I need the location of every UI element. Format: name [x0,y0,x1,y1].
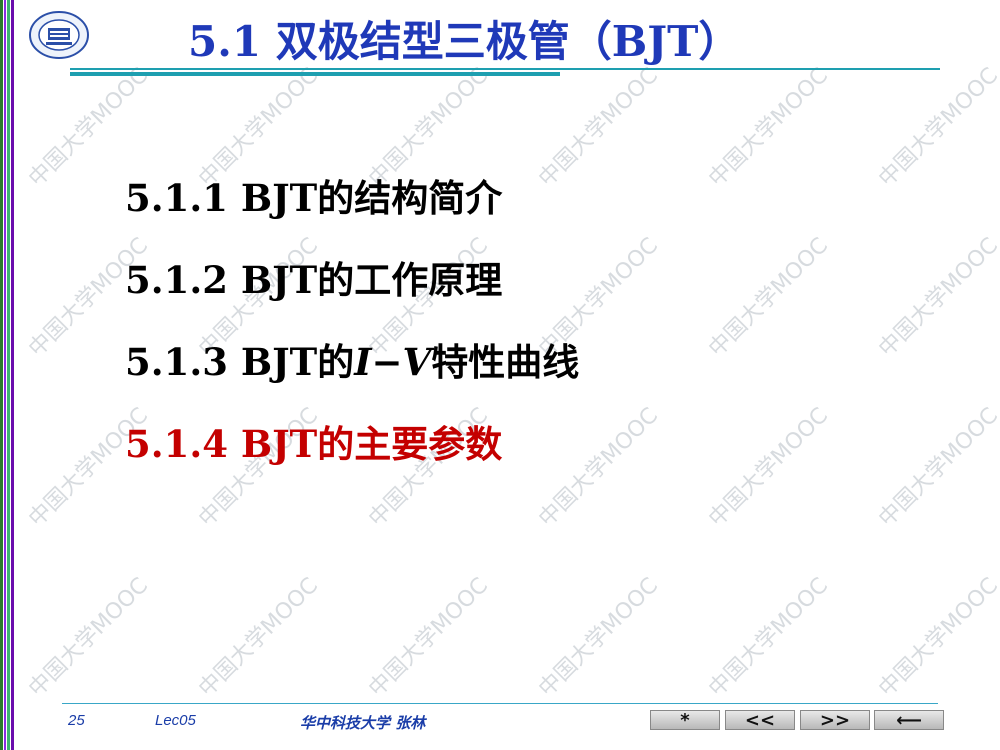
watermark-text: 中国大学MOOC [874,403,1000,532]
double-left-icon: << [744,709,776,731]
double-right-icon: >> [819,709,851,731]
footer-rule [62,703,938,704]
section-item-3-label: 5.1.3 BJT的I−V特性曲线 [125,340,580,384]
page-title: 5.1 双极结型三极管（BJT） [188,17,741,66]
watermark-text: 中国大学MOOC [534,573,663,702]
section-item-3: 5.1.3 BJT的I−V特性曲线 [125,334,579,416]
title-rule-accent [70,72,560,76]
next-button[interactable]: >> [800,709,870,731]
return-icon: ⟵ [896,709,922,731]
previous-button[interactable]: << [725,709,795,731]
watermark-text: 中国大学MOOC [704,573,833,702]
home-button[interactable]: * [650,709,720,731]
watermark-text: 中国大学MOOC [874,233,1000,362]
watermark-text: 中国大学MOOC [364,573,493,702]
author-credit: 华中科技大学 张林 [300,714,426,732]
asterisk-icon: * [680,709,690,731]
section-item-1: 5.1.1 BJT的结构简介 [125,176,503,220]
section-item-2: 5.1.2 BJT的工作原理 [125,258,503,302]
watermark-text: 中国大学MOOC [24,573,153,702]
section-item-4-current: 5.1.4 BJT的主要参数 [125,422,503,466]
watermark-text: 中国大学MOOC [874,573,1000,702]
iv-italic: I−V [354,340,432,384]
watermark-text: 中国大学MOOC [704,63,833,192]
page-number: 25 [68,712,85,729]
watermark-text: 中国大学MOOC [874,63,1000,192]
watermark-text: 中国大学MOOC [704,233,833,362]
watermark-text: 中国大学MOOC [704,403,833,532]
section-list: 5.1.1 BJT的结构简介 5.1.2 BJT的工作原理 5.1.3 BJT的… [125,170,579,498]
return-button[interactable]: ⟵ [874,709,944,731]
title-rule [70,68,940,70]
university-logo-icon [29,11,89,59]
watermark-text: 中国大学MOOC [194,573,323,702]
lecture-code: Lec05 [155,712,196,729]
